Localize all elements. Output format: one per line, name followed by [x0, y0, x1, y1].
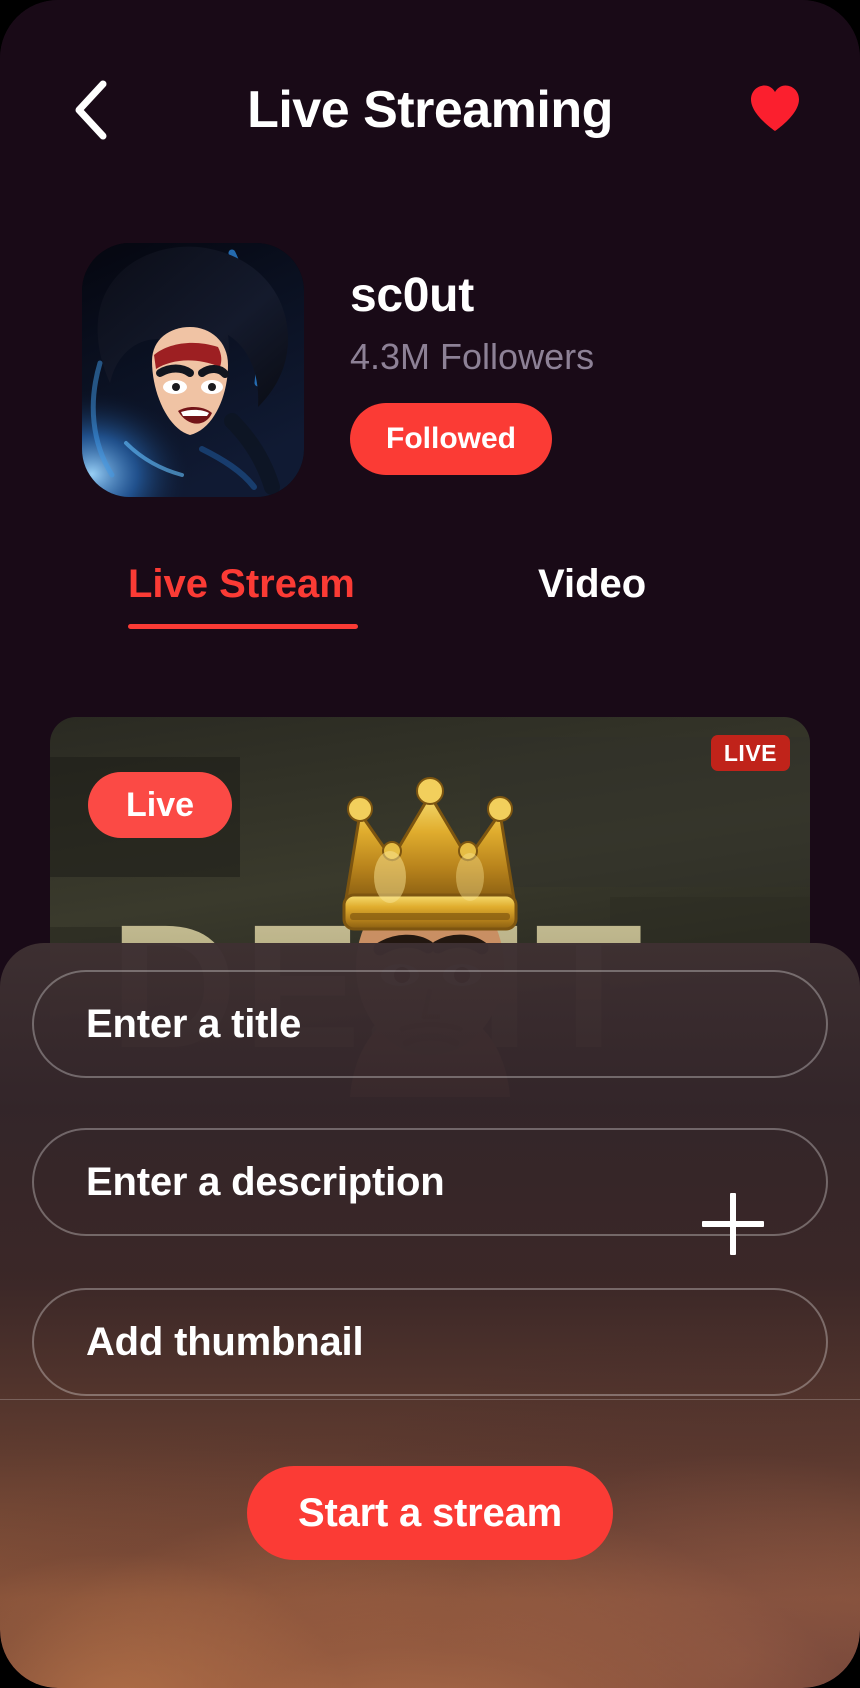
tab-active-indicator — [128, 624, 358, 629]
app-header: Live Streaming — [0, 62, 860, 158]
profile-username: sc0ut — [350, 269, 474, 322]
anime-character-avatar-icon — [82, 243, 304, 497]
start-stream-button[interactable]: Start a stream — [247, 1466, 613, 1560]
create-stream-sheet: Enter a title Enter a description Add th… — [0, 943, 860, 1688]
stream-title-placeholder: Enter a title — [86, 1002, 302, 1046]
tab-video[interactable]: Video — [538, 564, 646, 604]
followed-button[interactable]: Followed — [350, 402, 552, 475]
add-thumbnail-input[interactable]: Add thumbnail — [32, 1288, 828, 1396]
add-thumbnail-placeholder: Add thumbnail — [86, 1320, 364, 1364]
favorite-button[interactable] — [748, 83, 802, 137]
content-tabs: Live Stream Video — [0, 556, 860, 646]
live-status-badge: LIVE — [710, 735, 790, 771]
page-title: Live Streaming — [247, 81, 613, 139]
live-pill-badge[interactable]: Live — [88, 772, 233, 838]
plus-icon[interactable] — [702, 1193, 764, 1255]
profile-section: sc0ut 4.3M Followers Followed — [82, 243, 782, 498]
profile-followers-count: 4.3M Followers — [350, 336, 595, 378]
phone-screen: Live Streaming sc0ut 4.3M Followers Foll… — [0, 0, 860, 1688]
profile-info: sc0ut 4.3M Followers Followed — [350, 269, 780, 475]
avatar[interactable] — [82, 243, 304, 497]
sheet-divider — [0, 1399, 860, 1400]
tab-live-stream[interactable]: Live Stream — [128, 564, 355, 604]
heart-icon — [748, 83, 802, 138]
stream-description-placeholder: Enter a description — [86, 1160, 445, 1204]
stream-title-input[interactable]: Enter a title — [32, 970, 828, 1078]
